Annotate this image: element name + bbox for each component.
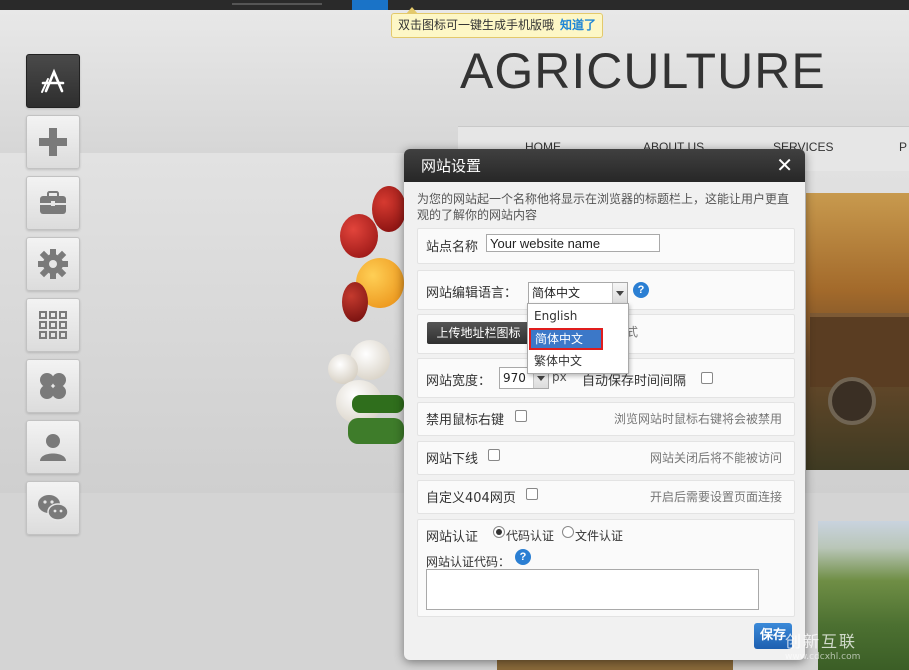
language-help-icon[interactable]: ? <box>633 282 649 298</box>
site-title[interactable]: AGRICULTURE <box>460 42 826 100</box>
sidebar-tools-button[interactable] <box>26 176 80 230</box>
language-option-english[interactable]: English <box>528 305 628 327</box>
site-name-label: 站点名称 <box>426 240 479 255</box>
verification-code-label: 代码认证 <box>506 529 555 543</box>
briefcase-icon <box>40 191 66 214</box>
dialog-description: 为您的网站起一个名称他将显示在浏览器的标题栏上，这能让用户更直观的了解你的网站内… <box>417 192 790 222</box>
plus-icon <box>39 128 67 156</box>
offline-hint: 网站关闭后将不能被访问 <box>649 451 782 465</box>
language-dropdown: English 简体中文 繁体中文 <box>527 303 629 374</box>
disable-right-click-hint: 浏览网站时鼠标右键将会被禁用 <box>613 412 782 426</box>
disable-right-click-row: 禁用鼠标右键 浏览网站时鼠标右键将会被禁用 <box>417 402 795 436</box>
custom-404-label: 自定义404网页 <box>426 491 516 506</box>
disable-right-click-label: 禁用鼠标右键 <box>426 413 505 428</box>
chevron-down-icon[interactable] <box>612 283 627 303</box>
clover-icon <box>40 373 66 399</box>
language-select-value: 简体中文 <box>532 286 581 300</box>
verification-help-icon[interactable]: ? <box>515 549 531 565</box>
verification-code-radio[interactable] <box>493 526 505 538</box>
language-option-traditional[interactable]: 繁体中文 <box>528 350 628 372</box>
tractor-photo <box>806 193 909 470</box>
offline-row: 网站下线 网站关闭后将不能被访问 <box>417 441 795 475</box>
user-icon <box>40 434 66 461</box>
autosave-checkbox[interactable] <box>701 372 713 384</box>
custom-404-hint: 开启后需要设置页面连接 <box>649 490 782 504</box>
sidebar-wechat-button[interactable] <box>26 481 80 535</box>
tooltip-caret <box>406 7 418 14</box>
language-label: 网站编辑语言： <box>426 286 518 301</box>
close-icon[interactable]: ✕ <box>776 153 793 177</box>
width-label: 网站宽度： <box>426 374 492 389</box>
dialog-header: 网站设置 ✕ <box>404 149 805 182</box>
sidebar-add-button[interactable] <box>26 115 80 169</box>
top-bar-mobile-button[interactable] <box>352 0 388 10</box>
verification-code-textarea[interactable] <box>426 569 759 610</box>
watermark-logo: 创新互联 www.cdcxhl.com <box>785 628 860 662</box>
gear-icon <box>38 249 68 279</box>
verification-file-label: 文件认证 <box>575 529 624 543</box>
offline-label: 网站下线 <box>426 452 479 467</box>
bottom-photo-strip <box>497 660 733 670</box>
sidebar-grid-button[interactable] <box>26 298 80 352</box>
language-select[interactable]: 简体中文 <box>528 282 628 304</box>
verification-row: 网站认证 代码认证 文件认证 网站认证代码： ? <box>417 519 795 617</box>
app-store-icon <box>41 68 65 93</box>
verification-file-radio[interactable] <box>562 526 574 538</box>
width-select-value: 970 <box>503 371 526 385</box>
watermark-url: www.cdcxhl.com <box>785 652 861 662</box>
dialog-title: 网站设置 <box>421 157 482 175</box>
custom-404-checkbox[interactable] <box>526 488 538 500</box>
site-name-input[interactable]: Your website name <box>486 234 660 252</box>
site-settings-dialog: 网站设置 ✕ 为您的网站起一个名称他将显示在浏览器的标题栏上，这能让用户更直观的… <box>404 149 805 660</box>
top-bar <box>0 0 909 10</box>
upload-favicon-button[interactable]: 上传地址栏图标 <box>427 322 530 344</box>
grid-icon <box>39 311 67 339</box>
sidebar-user-button[interactable] <box>26 420 80 474</box>
sidebar-app-button[interactable] <box>26 54 80 108</box>
mobile-tip-tooltip: 双击图标可一键生成手机版哦 知道了 <box>391 7 604 38</box>
tractor-wheel <box>828 377 876 425</box>
verification-code-field-label: 网站认证代码： <box>426 555 511 569</box>
offline-checkbox[interactable] <box>488 449 500 461</box>
site-name-row: 站点名称 Your website name <box>417 228 795 264</box>
wechat-icon <box>38 495 69 521</box>
custom-404-row: 自定义404网页 开启后需要设置页面连接 <box>417 480 795 514</box>
disable-right-click-checkbox[interactable] <box>515 410 527 422</box>
sidebar-modules-button[interactable] <box>26 359 80 413</box>
tooltip-text: 双击图标可一键生成手机版哦 <box>398 18 555 32</box>
tooltip-got-it-link[interactable]: 知道了 <box>560 18 596 32</box>
top-bar-search[interactable] <box>232 3 322 5</box>
language-option-simplified[interactable]: 简体中文 <box>529 328 603 350</box>
verification-label: 网站认证 <box>426 530 479 545</box>
tractor-trailer <box>810 313 909 387</box>
watermark-text: 创新互联 <box>785 632 858 651</box>
sidebar-settings-button[interactable] <box>26 237 80 291</box>
nav-item-more[interactable]: P <box>899 140 907 154</box>
